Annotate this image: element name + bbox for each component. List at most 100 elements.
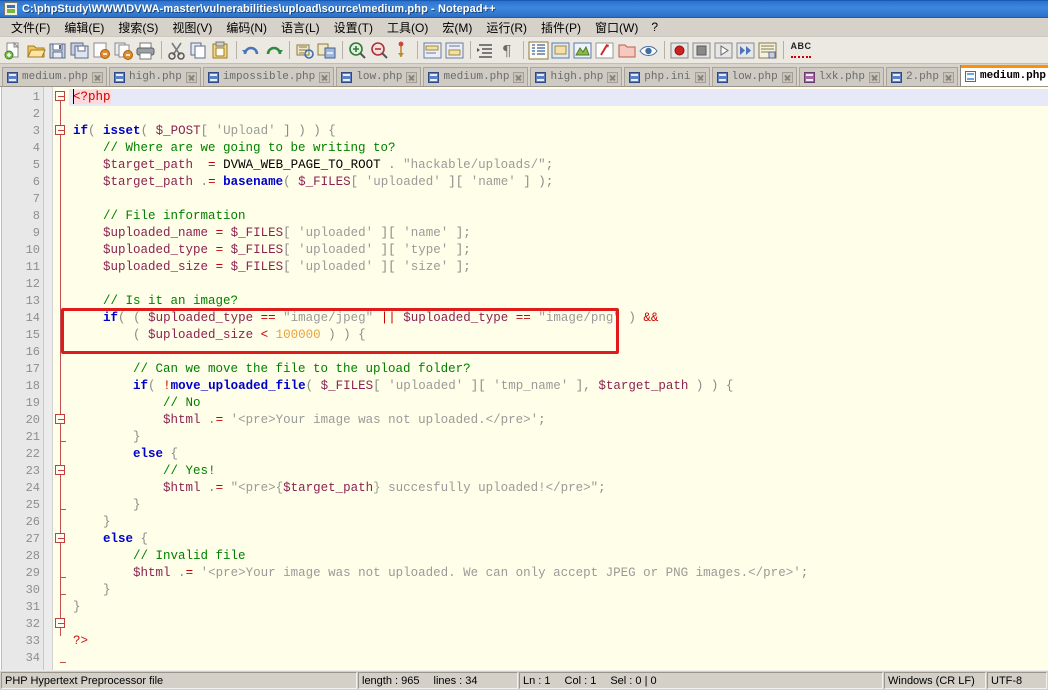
code-line-31: } [73, 600, 81, 614]
tab-medium-php-active[interactable]: medium.php [959, 65, 1048, 86]
menu-bar: 文件(F) 编辑(E) 搜索(S) 视图(V) 编码(N) 语言(L) 设置(T… [0, 18, 1048, 37]
close-all-icon[interactable] [113, 40, 134, 61]
close-tab-icon[interactable] [513, 71, 525, 83]
menu-item-window[interactable]: 窗口(W) [588, 18, 645, 37]
close-tab-icon[interactable] [92, 71, 104, 83]
tab-medium-php-2[interactable]: medium.php [423, 67, 529, 86]
word-wrap-icon[interactable] [422, 40, 443, 61]
fold-toggle-line-1[interactable] [55, 91, 65, 101]
menu-item-view[interactable]: 视图(V) [165, 18, 219, 37]
document-map-icon[interactable] [550, 40, 571, 61]
eye-icon[interactable] [638, 40, 659, 61]
tab-label: medium.php [443, 71, 510, 83]
code-line-21: } [133, 430, 141, 444]
save-icon[interactable] [47, 40, 68, 61]
tab-impossible-php[interactable]: impossible.php [202, 67, 335, 86]
tab-2-php[interactable]: 2.php [885, 67, 958, 86]
code-line-29: $html .= '<pre>Your image was not upload… [133, 566, 809, 580]
pilcrow-icon[interactable]: ¶ [497, 40, 518, 61]
fold-toggle-line-18[interactable] [55, 465, 65, 475]
menu-item-search[interactable]: 搜索(S) [111, 18, 165, 37]
tab-label: high.php [550, 71, 604, 83]
tab-low-php-1[interactable]: low.php [336, 67, 422, 86]
show-all-chars-icon[interactable] [444, 40, 465, 61]
menu-item-tools[interactable]: 工具(O) [380, 18, 435, 37]
menu-item-plugins[interactable]: 插件(P) [534, 18, 588, 37]
stop-macro-icon[interactable] [691, 40, 712, 61]
line-number: 13 [25, 294, 40, 308]
close-tab-icon[interactable] [942, 71, 954, 83]
code-line-19: // No [163, 396, 201, 410]
fold-toggle-line-3[interactable] [55, 125, 65, 135]
spell-check-icon[interactable]: ABC [788, 40, 814, 61]
folder-as-workspace-icon[interactable] [616, 40, 637, 61]
tab-medium-php-1[interactable]: medium.php [2, 67, 108, 86]
tab-php-ini[interactable]: php.ini [624, 67, 710, 86]
close-tab-icon[interactable] [781, 71, 793, 83]
sync-scroll-icon[interactable] [391, 40, 412, 61]
indent-guide-icon[interactable] [475, 40, 496, 61]
editor-area[interactable]: 1 2 3 4 5 6 7 8 9 10 11 12 13 14 15 16 1… [0, 87, 1048, 670]
menu-item-language[interactable]: 语言(L) [274, 18, 327, 37]
zoom-out-icon[interactable] [369, 40, 390, 61]
record-macro-icon[interactable] [669, 40, 690, 61]
fold-toggle-line-27[interactable] [55, 618, 65, 628]
close-tab-icon[interactable] [868, 71, 880, 83]
bookmark-margin[interactable] [44, 87, 53, 670]
tab-high-php-1[interactable]: high.php [109, 67, 201, 86]
function-list-icon[interactable] [528, 40, 549, 61]
status-encoding: UTF-8 [987, 672, 1047, 689]
menu-item-encoding[interactable]: 编码(N) [219, 18, 274, 37]
fold-toggle-line-15[interactable] [55, 414, 65, 424]
new-file-icon[interactable] [3, 40, 24, 61]
document-icon [207, 71, 219, 83]
toolbar-separator [664, 41, 665, 59]
code-view[interactable]: <?php if( isset( $_POST[ 'Upload' ] ) ) … [69, 87, 1048, 670]
close-tab-icon[interactable] [319, 71, 331, 83]
print-icon[interactable] [135, 40, 156, 61]
status-file-type: PHP Hypertext Preprocessor file [1, 672, 357, 689]
play-macro-icon[interactable] [713, 40, 734, 61]
cut-icon[interactable] [166, 40, 187, 61]
tab-lxk-php[interactable]: lxk.php [798, 67, 884, 86]
code-line-14: if( ( $uploaded_type == "image/jpeg" || … [103, 311, 659, 325]
close-tab-icon[interactable] [607, 71, 619, 83]
copy-icon[interactable] [188, 40, 209, 61]
fast-play-macro-icon[interactable] [735, 40, 756, 61]
close-tab-icon[interactable] [185, 71, 197, 83]
zoom-in-icon[interactable] [347, 40, 368, 61]
close-file-icon[interactable] [91, 40, 112, 61]
menu-item-help[interactable]: ? [645, 19, 664, 35]
menu-item-macro[interactable]: 宏(M) [435, 18, 479, 37]
close-tab-icon[interactable] [406, 71, 418, 83]
preview-icon[interactable] [594, 40, 615, 61]
menu-item-settings[interactable]: 设置(T) [327, 18, 380, 37]
fold-margin[interactable] [53, 87, 69, 670]
tab-low-php-2[interactable]: low.php [711, 67, 797, 86]
menu-item-edit[interactable]: 编辑(E) [57, 18, 111, 37]
fold-end-marker [60, 662, 66, 663]
tab-high-php-2[interactable]: high.php [530, 67, 623, 86]
line-number: 7 [32, 192, 40, 206]
line-number: 20 [25, 413, 40, 427]
replace-icon[interactable] [316, 40, 337, 61]
open-file-icon[interactable] [25, 40, 46, 61]
user-language-icon[interactable] [572, 40, 593, 61]
fold-toggle-line-22[interactable] [55, 533, 65, 543]
toolbar-separator [417, 41, 418, 59]
menu-item-run[interactable]: 运行(R) [479, 18, 534, 37]
fold-end-marker [60, 509, 66, 510]
menu-item-file[interactable]: 文件(F) [4, 18, 57, 37]
close-tab-icon[interactable] [694, 71, 706, 83]
tab-label: lxk.php [818, 71, 865, 83]
line-number: 25 [25, 498, 40, 512]
undo-icon[interactable] [241, 40, 262, 61]
notepad-plus-plus-icon [4, 2, 18, 16]
paste-icon[interactable] [210, 40, 231, 61]
redo-icon[interactable] [263, 40, 284, 61]
find-icon[interactable] [294, 40, 315, 61]
save-all-icon[interactable] [69, 40, 90, 61]
save-macro-icon[interactable] [757, 40, 778, 61]
